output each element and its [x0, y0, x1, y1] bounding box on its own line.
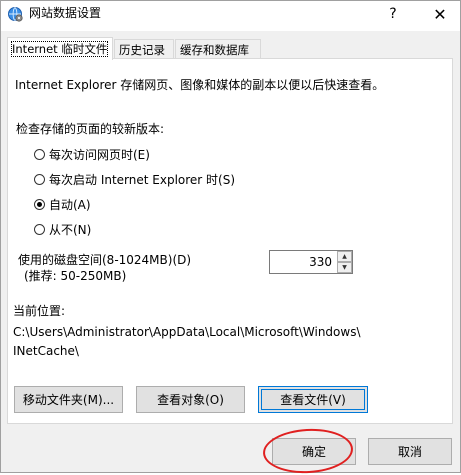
annotation-circle	[261, 426, 355, 475]
close-button[interactable]: ✕	[418, 1, 461, 27]
current-location-path-line2: INetCache\	[13, 344, 79, 358]
tab-label: 历史记录	[119, 43, 165, 57]
title-bar: 网站数据设置 ? ✕	[1, 1, 460, 31]
cancel-button[interactable]: 取消	[368, 438, 452, 465]
tab-label: Internet 临时文件	[10, 41, 109, 57]
current-location-label: 当前位置:	[13, 304, 66, 318]
spin-down-icon[interactable]: ▼	[337, 262, 352, 273]
radio-label: 自动(A)	[49, 197, 91, 212]
tab-internet-temp-files[interactable]: Internet 临时文件	[7, 37, 113, 60]
move-folder-button[interactable]: 移动文件夹(M)...	[14, 386, 123, 413]
radio-never[interactable]: 从不(N)	[34, 221, 91, 237]
tab-panel: Internet Explorer 存储网页、图像和媒体的副本以便以后快速查看。…	[7, 58, 453, 424]
tab-history[interactable]: 历史记录	[114, 39, 174, 58]
view-files-button[interactable]: 查看文件(V)	[258, 386, 368, 413]
radio-label: 每次访问网页时(E)	[49, 147, 150, 162]
radio-button[interactable]	[34, 148, 45, 160]
description-text: Internet Explorer 存储网页、图像和媒体的副本以便以后快速查看。	[15, 78, 385, 92]
radio-every-start[interactable]: 每次启动 Internet Explorer 时(S)	[34, 171, 235, 187]
disk-space-spinner[interactable]: ▲ ▼	[269, 250, 353, 274]
tab-cache-databases[interactable]: 缓存和数据库	[175, 39, 261, 58]
globe-settings-icon	[8, 7, 23, 22]
radio-every-visit[interactable]: 每次访问网页时(E)	[34, 146, 150, 162]
radio-label: 从不(N)	[49, 222, 92, 237]
radio-automatic[interactable]: 自动(A)	[34, 196, 91, 212]
check-versions-label: 检查存储的页面的较新版本:	[16, 122, 165, 136]
current-location-path-line1: C:\Users\Administrator\AppData\Local\Mic…	[13, 325, 361, 339]
spin-up-icon[interactable]: ▲	[337, 251, 352, 262]
radio-button[interactable]	[34, 173, 45, 185]
view-objects-button[interactable]: 查看对象(O)	[136, 386, 245, 413]
website-data-settings-dialog: 网站数据设置 ? ✕ Internet 临时文件 历史记录 缓存和数据库 Int…	[0, 0, 461, 475]
help-button[interactable]: ?	[371, 1, 415, 27]
disk-space-label: 使用的磁盘空间(8-1024MB)(D)	[18, 253, 192, 267]
disk-space-recommend: (推荐: 50-250MB)	[24, 269, 127, 283]
radio-button[interactable]	[34, 223, 45, 235]
radio-button[interactable]	[34, 198, 45, 210]
radio-label: 每次启动 Internet Explorer 时(S)	[49, 172, 236, 187]
window-title: 网站数据设置	[29, 6, 102, 20]
disk-space-input[interactable]	[270, 251, 336, 273]
tab-label: 缓存和数据库	[180, 43, 249, 57]
